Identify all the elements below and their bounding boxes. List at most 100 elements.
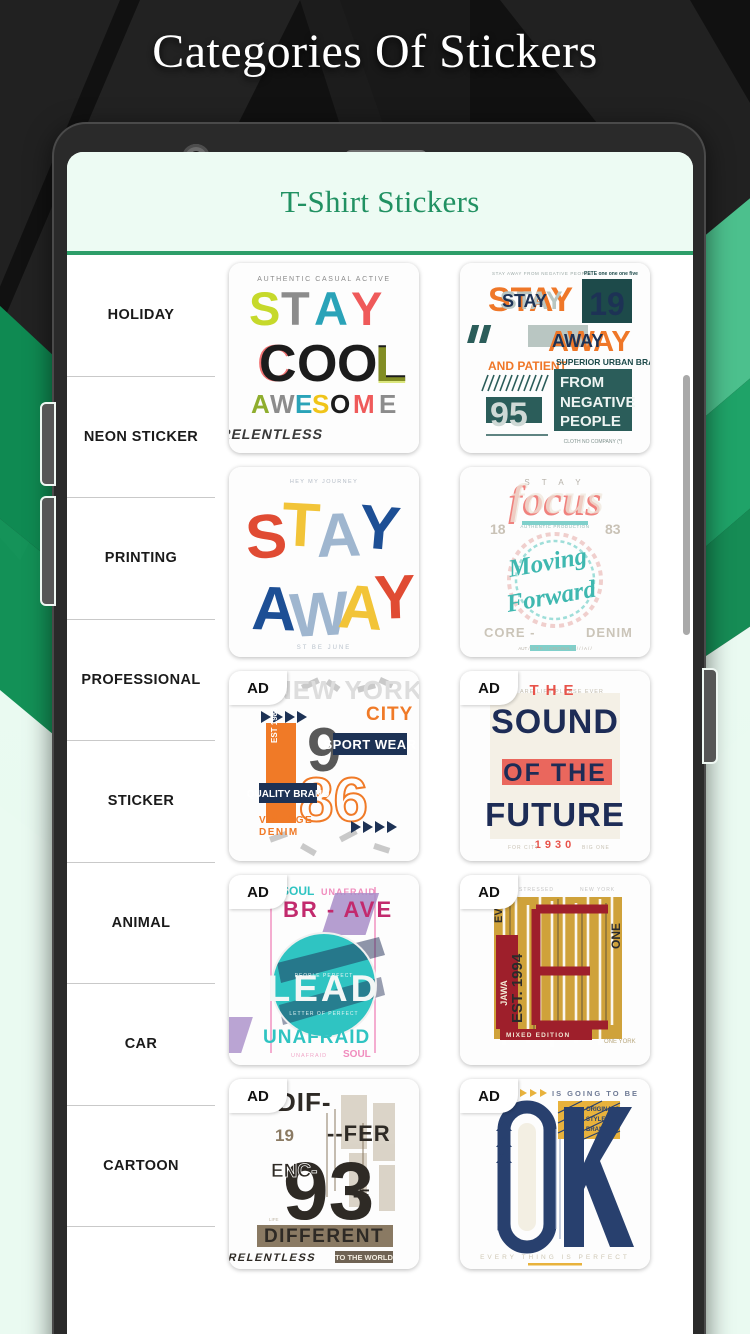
svg-text:DENIM: DENIM <box>586 625 633 640</box>
svg-text:FOR CITY: FOR CITY <box>508 845 539 851</box>
svg-text:BR - AVE: BR - AVE <box>283 897 393 922</box>
svg-text:RELENTLESS: RELENTLESS <box>229 426 325 442</box>
app-title: T-Shirt Stickers <box>280 183 480 219</box>
svg-text:SPORT WEAR: SPORT WEAR <box>323 737 416 752</box>
svg-text:SUPERIOR URBAN BRAND: SUPERIOR URBAN BRAND <box>556 357 650 367</box>
svg-text:UNAFRAID: UNAFRAID <box>291 1053 327 1059</box>
sidebar-item-printing[interactable]: PRINTING <box>67 498 215 620</box>
svg-text:L: L <box>375 337 407 395</box>
svg-text:A: A <box>314 282 348 335</box>
sidebar-item-label: PROFESSIONAL <box>81 671 201 688</box>
svg-text:DIFFERENT: DIFFERENT <box>264 1226 384 1247</box>
svg-text:18: 18 <box>490 521 506 537</box>
svg-text:DISTRESSED: DISTRESSED <box>512 887 554 893</box>
svg-text:S: S <box>312 389 329 419</box>
power-button[interactable] <box>702 668 718 764</box>
svg-text:focus: focus <box>510 477 603 523</box>
sticker-card[interactable]: AD ARE LIFE PLEASE EVER THE SOUND OF THE… <box>460 671 650 861</box>
svg-text:C: C <box>259 335 297 393</box>
svg-text:HEY MY JOURNEY: HEY MY JOURNEY <box>290 479 358 485</box>
sidebar-item-holiday[interactable]: HOLIDAY <box>67 255 215 377</box>
svg-text:EVERY - THINK: EVERY - THINK <box>496 1139 506 1231</box>
svg-text:19: 19 <box>589 286 625 322</box>
sticker-card[interactable]: STAY AWAY FROM NEGATIVE PEOPLE PETE one … <box>460 263 650 453</box>
svg-text:M: M <box>353 389 375 419</box>
volume-up-button[interactable] <box>40 402 56 486</box>
svg-text:E: E <box>295 389 312 419</box>
page-title: Categories Of Stickers <box>152 25 598 78</box>
sidebar-item-label: STICKER <box>107 793 175 810</box>
svg-text:EST 1986: EST 1986 <box>270 707 279 743</box>
grid-scrollbar[interactable] <box>683 375 690 875</box>
sticker-card[interactable]: AD DIF- 19 --FER 93 ENC- ENC- -E DIFFERE… <box>229 1079 419 1269</box>
svg-text:E: E <box>379 389 396 419</box>
ad-badge[interactable]: AD <box>460 671 518 705</box>
sticker-art-stay-focus-moving-forward: S T A Y focus focus AUTHENTIC PRODUCTION… <box>460 467 650 657</box>
sidebar-item-cartoon[interactable]: CARTOON <box>67 1106 215 1227</box>
svg-text:LIFE: LIFE <box>269 1217 279 1222</box>
sidebar-item-animal[interactable]: ANIMAL <box>67 863 215 984</box>
sidebar-item-label: CAR <box>124 1036 158 1053</box>
svg-text:LEAD: LEAD <box>268 968 381 1009</box>
svg-text:PETE one one one five: PETE one one one five <box>584 271 638 277</box>
sidebar-item-sticker[interactable]: STICKER <box>67 741 215 863</box>
sticker-grid-scroll-area[interactable]: AUTHENTIC CASUAL ACTIVE S T A Y C C O O … <box>215 255 693 1334</box>
svg-text:CORE -: CORE - <box>484 625 536 640</box>
svg-text:MIXED EDITION: MIXED EDITION <box>506 1032 570 1039</box>
svg-text:UNAFRAID: UNAFRAID <box>263 1027 370 1048</box>
svg-text:SOUND: SOUND <box>491 703 619 741</box>
svg-text:Y: Y <box>356 492 403 564</box>
svg-text:ENC-: ENC- <box>271 1161 317 1182</box>
svg-text:Y: Y <box>373 563 417 633</box>
svg-text:EV: EV <box>493 908 505 923</box>
ad-badge[interactable]: AD <box>460 875 518 909</box>
svg-text:FUTURE: FUTURE <box>485 796 625 833</box>
svg-text:19: 19 <box>275 1126 294 1145</box>
sticker-art-stay-away-19: STAY AWAY FROM NEGATIVE PEOPLE PETE one … <box>460 263 650 453</box>
svg-text:VINTAGE: VINTAGE <box>259 815 313 826</box>
sticker-card[interactable]: AD SOUL UNAFRAID BR - AVE PEOPLE PERFECT… <box>229 875 419 1065</box>
svg-text:JAWA: JAWA <box>499 980 509 1006</box>
app-body: HOLIDAY NEON STICKER PRINTING PROFESSION… <box>67 255 693 1334</box>
svg-text:STAY: STAY <box>502 291 547 311</box>
svg-text:ONE: ONE <box>609 923 623 949</box>
ad-badge[interactable]: AD <box>229 671 287 705</box>
svg-text:THE: THE <box>530 682 581 699</box>
app-bar: T-Shirt Stickers <box>67 152 693 255</box>
svg-text:STYLE: STYLE <box>586 1117 605 1123</box>
svg-text:AUT / / / T R / / ORIGINAL / /: AUT / / / T R / / ORIGINAL / / / / / A /… <box>518 646 592 651</box>
svg-text:TO THE WORLD: TO THE WORLD <box>335 1253 393 1262</box>
sticker-card[interactable]: AD <box>229 671 419 861</box>
svg-text:W: W <box>270 389 295 419</box>
svg-text:IS GOING TO BE: IS GOING TO BE <box>552 1089 639 1098</box>
sticker-card[interactable]: AD IS GOING TO BE ORIGINALS STYLE BRAND … <box>460 1079 650 1269</box>
svg-text:-E: -E <box>353 1186 370 1205</box>
svg-text:S: S <box>249 282 280 335</box>
ad-badge[interactable]: AD <box>229 875 287 909</box>
svg-text:AUTHENTIC PRODUCTION: AUTHENTIC PRODUCTION <box>520 524 589 529</box>
grid-scrollbar-thumb[interactable] <box>683 375 690 635</box>
svg-text:95: 95 <box>490 396 528 434</box>
svg-text:STAY AWAY FROM NEGATIVE PEOPLE: STAY AWAY FROM NEGATIVE PEOPLE <box>492 271 592 276</box>
ad-badge[interactable]: AD <box>229 1079 287 1113</box>
svg-text:BIG ONE: BIG ONE <box>582 845 610 851</box>
sidebar-item-car[interactable]: CAR <box>67 984 215 1106</box>
volume-down-button[interactable] <box>40 496 56 606</box>
category-sidebar: HOLIDAY NEON STICKER PRINTING PROFESSION… <box>67 255 215 1334</box>
svg-text:SOUL: SOUL <box>343 1049 371 1060</box>
sticker-card[interactable]: AUTHENTIC CASUAL ACTIVE S T A Y C C O O … <box>229 263 419 453</box>
sidebar-item-neon-sticker[interactable]: NEON STICKER <box>67 377 215 498</box>
sticker-card[interactable]: S T A Y focus focus AUTHENTIC PRODUCTION… <box>460 467 650 657</box>
svg-text:A: A <box>251 389 270 419</box>
sidebar-item-label: HOLIDAY <box>107 307 175 324</box>
svg-text:83: 83 <box>605 521 621 537</box>
sidebar-item-professional[interactable]: PROFESSIONAL <box>67 620 215 741</box>
svg-text:Y: Y <box>351 282 382 335</box>
sticker-card[interactable]: AD <box>460 875 650 1065</box>
svg-text:FROM: FROM <box>560 374 604 391</box>
svg-text:PEOPLE: PEOPLE <box>560 413 621 430</box>
ad-badge[interactable]: AD <box>460 1079 518 1113</box>
sticker-art-stay-away-textured: HEY MY JOURNEY S T A Y A W A Y ST BE JUN… <box>229 467 419 657</box>
sticker-card[interactable]: HEY MY JOURNEY S T A Y A W A Y ST BE JUN… <box>229 467 419 657</box>
svg-text:EVERY THING IS PERFECT: EVERY THING IS PERFECT <box>480 1254 630 1261</box>
